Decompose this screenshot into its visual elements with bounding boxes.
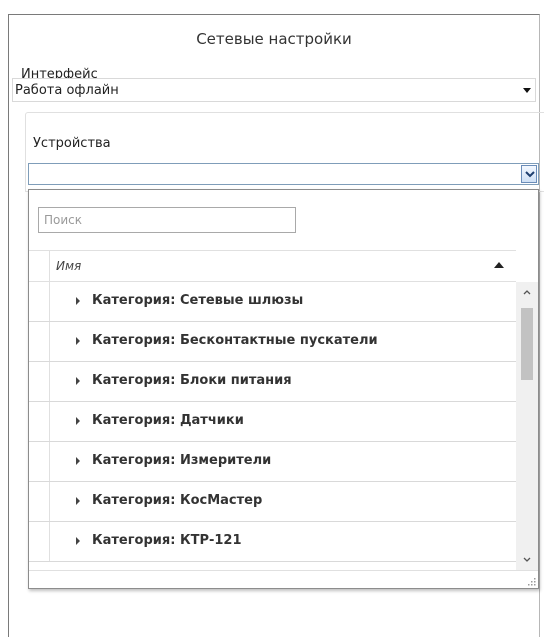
vertical-scrollbar[interactable]: [516, 282, 538, 570]
category-label: Категория: Сетевые шлюзы: [92, 293, 304, 308]
caret-right-icon[interactable]: [76, 497, 80, 505]
row-indent-cell: [29, 322, 50, 361]
header-indent-cell: [29, 251, 50, 281]
row-indent-cell: [29, 402, 50, 441]
chevron-down-icon: [525, 171, 535, 178]
category-row[interactable]: Категория: КосМастер: [29, 482, 516, 522]
grid-header: Имя: [29, 250, 516, 282]
caret-right-icon[interactable]: [76, 457, 80, 465]
caret-right-icon[interactable]: [76, 377, 80, 385]
scrollbar-thumb[interactable]: [521, 308, 533, 380]
row-indent-cell: [29, 442, 50, 481]
scroll-down-button[interactable]: [516, 550, 538, 570]
window-title: Сетевые настройки: [196, 30, 352, 48]
caret-right-icon[interactable]: [76, 337, 80, 345]
interface-select[interactable]: Работа офлайн: [12, 78, 536, 102]
caret-right-icon[interactable]: [76, 537, 80, 545]
row-indent-cell: [29, 362, 50, 401]
category-row[interactable]: Категория: КТР-121: [29, 522, 516, 562]
row-indent-cell: [29, 522, 50, 561]
devices-dropdown-popup: Имя Категория: Сетевые шлюзы Категория: …: [28, 189, 539, 589]
scroll-up-button[interactable]: [516, 282, 538, 302]
grid-rows: Категория: Сетевые шлюзы Категория: Беск…: [29, 282, 516, 570]
row-indent-cell: [29, 282, 50, 321]
caret-right-icon[interactable]: [76, 417, 80, 425]
devices-label: Устройства: [33, 136, 111, 151]
chevron-up-icon: [523, 290, 531, 295]
category-label: Категория: Датчики: [92, 413, 244, 428]
category-row[interactable]: Категория: Измерители: [29, 442, 516, 482]
category-row[interactable]: Категория: Блоки питания: [29, 362, 516, 402]
chevron-down-icon: [523, 557, 531, 562]
category-label: Категория: Измерители: [92, 453, 272, 468]
category-label: Категория: КосМастер: [92, 493, 263, 508]
category-label: Категория: Бесконтактные пускатели: [92, 333, 378, 348]
chevron-down-icon: [523, 88, 531, 93]
category-row[interactable]: Категория: Датчики: [29, 402, 516, 442]
row-indent-cell: [29, 482, 50, 521]
search-input[interactable]: [38, 207, 296, 233]
resize-grip-icon[interactable]: [528, 578, 536, 586]
devices-combobox[interactable]: [28, 163, 539, 185]
category-row[interactable]: Категория: Бесконтактные пускатели: [29, 322, 516, 362]
caret-right-icon[interactable]: [76, 297, 80, 305]
devices-dropdown-button[interactable]: [521, 165, 537, 183]
category-row[interactable]: Категория: Сетевые шлюзы: [29, 282, 516, 322]
column-header-name[interactable]: Имя: [56, 259, 81, 273]
interface-select-value: Работа офлайн: [15, 83, 119, 98]
category-label: Категория: Блоки питания: [92, 373, 292, 388]
devices-grid: Имя Категория: Сетевые шлюзы Категория: …: [29, 250, 538, 570]
sort-ascending-icon[interactable]: [494, 262, 504, 268]
popup-footer: [29, 570, 538, 588]
category-label: Категория: КТР-121: [92, 533, 242, 548]
